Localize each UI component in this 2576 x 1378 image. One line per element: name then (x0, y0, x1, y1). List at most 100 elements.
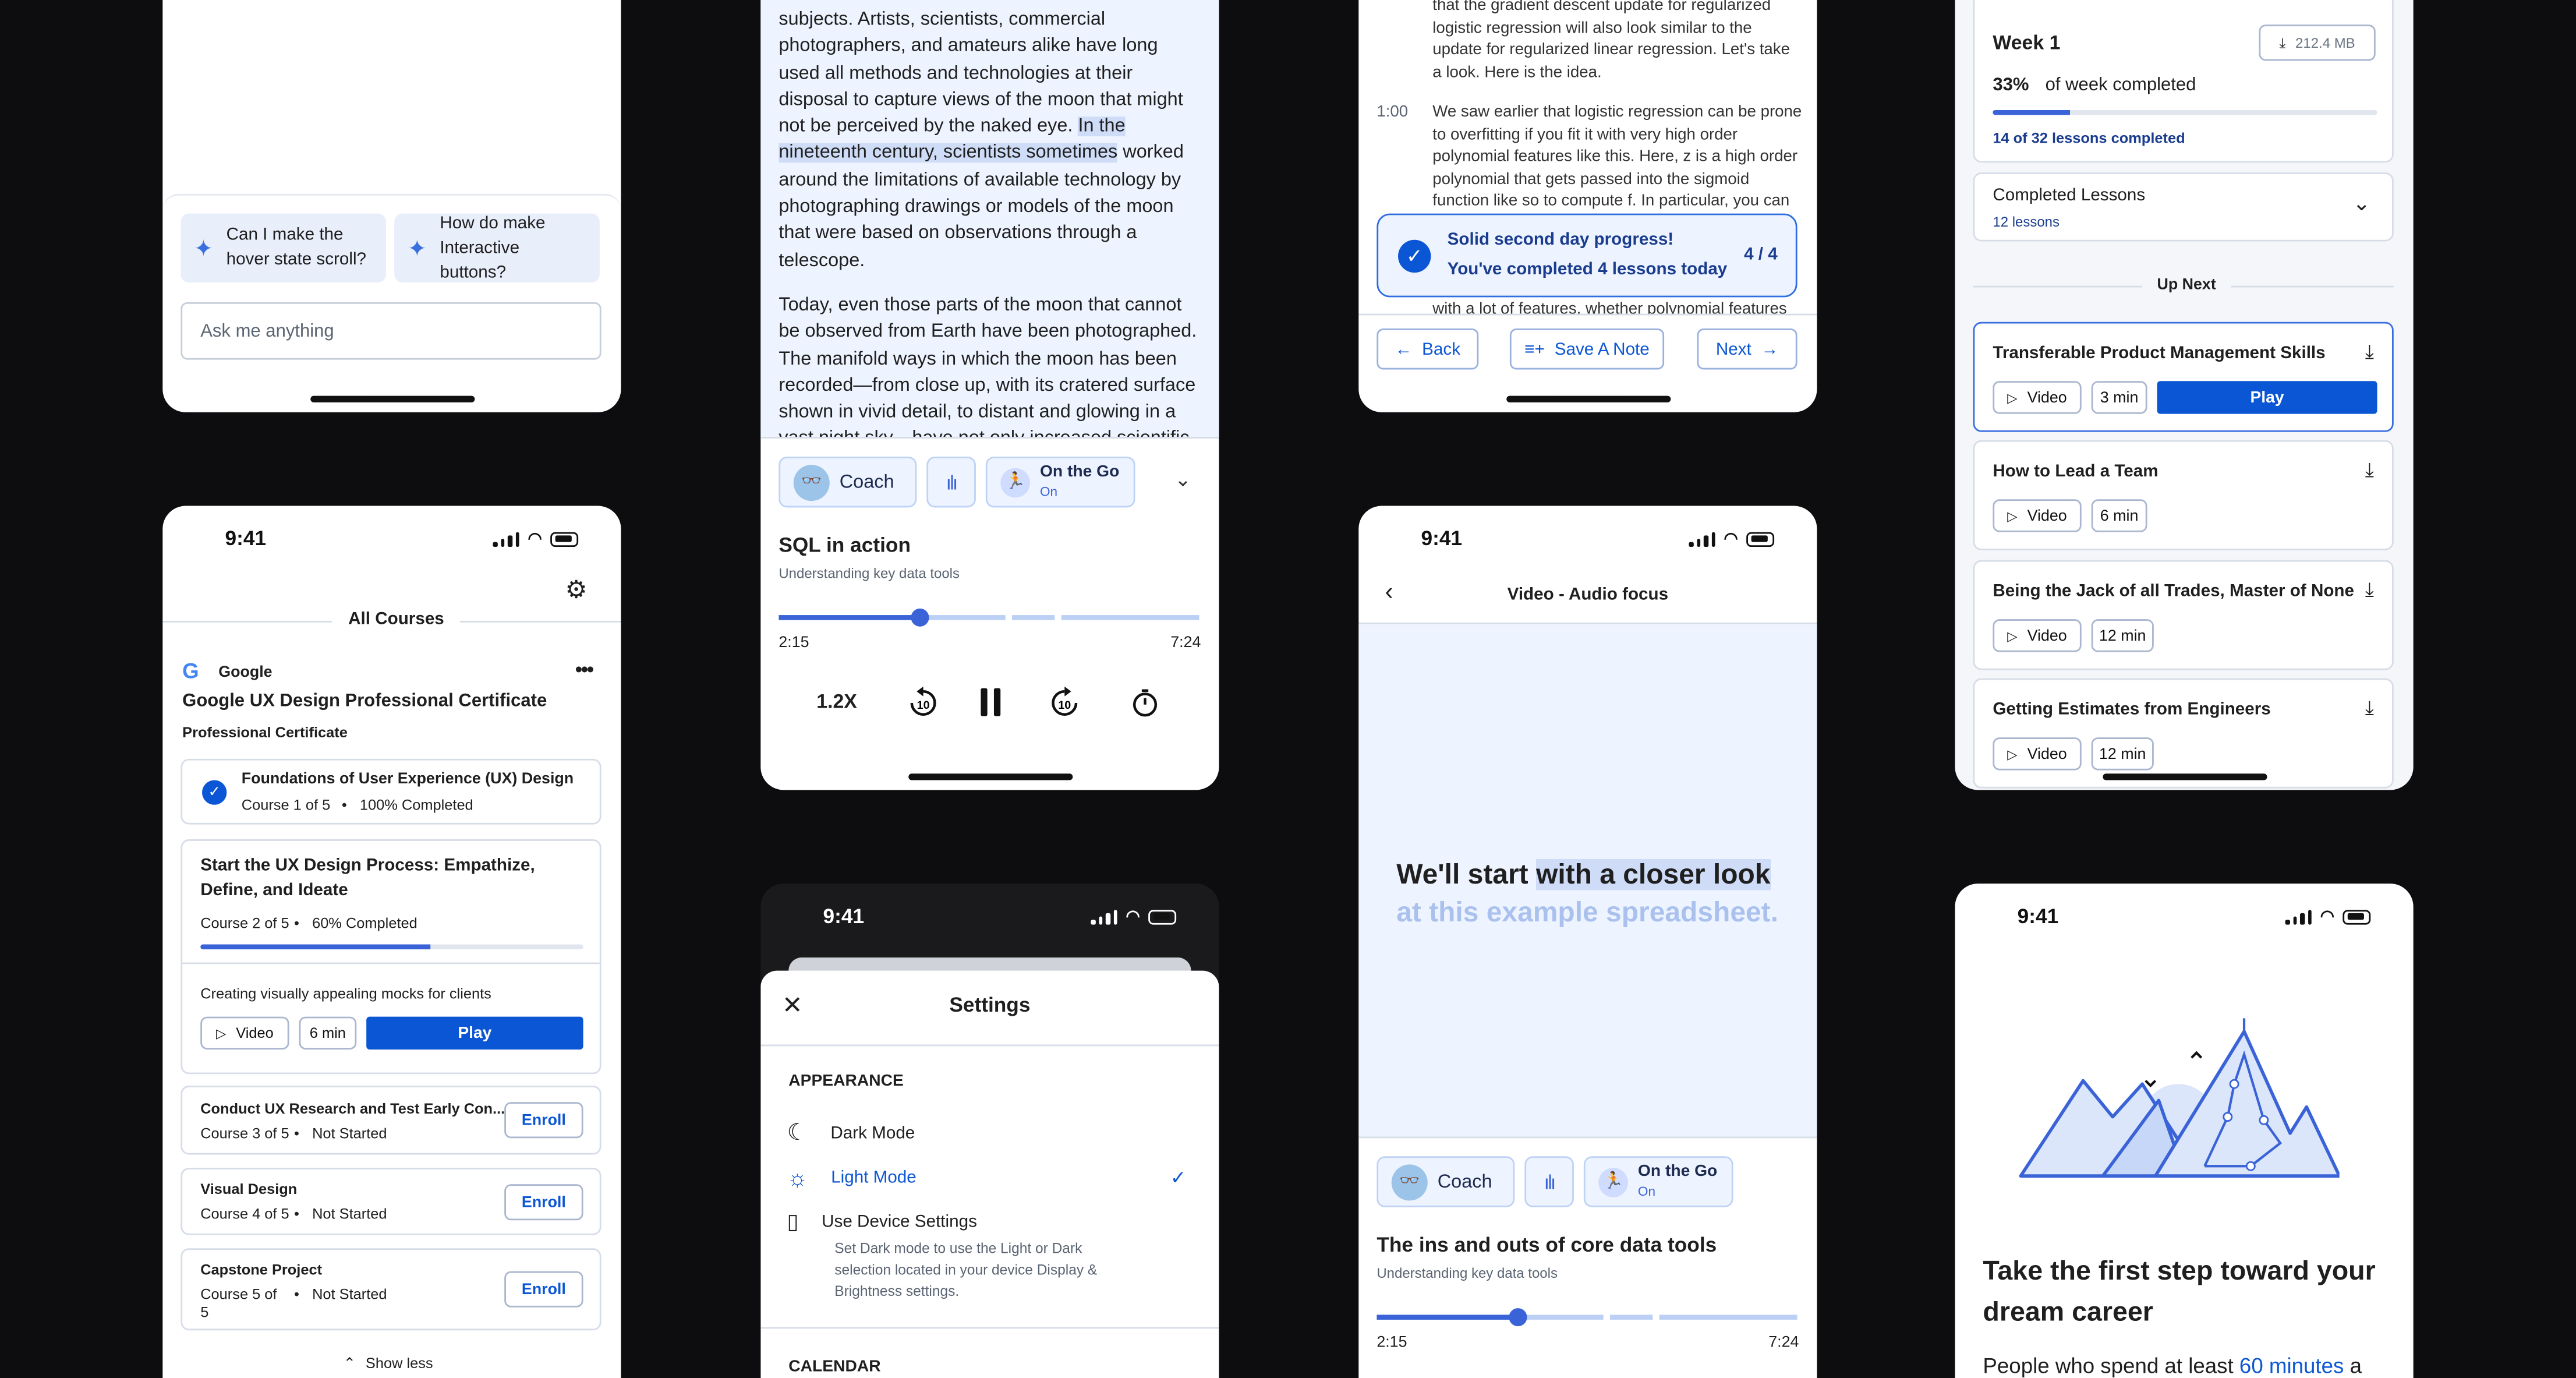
coach-button[interactable]: 👓 Coach (779, 456, 917, 508)
battery-icon (2343, 909, 2371, 924)
timer-icon[interactable] (1130, 688, 1160, 718)
signal-icon (1689, 531, 1716, 546)
enroll-button[interactable]: Enroll (504, 1184, 583, 1221)
download-week-button[interactable]: ⤓ 212.4 MB (2259, 24, 2376, 61)
battery-icon (550, 531, 579, 546)
home-indicator (2101, 773, 2267, 780)
lesson-card-active[interactable]: Transferable Product Management Skills ⤓… (1973, 321, 2394, 432)
forward-10-icon[interactable]: 10 (1048, 686, 1081, 719)
week-overview-card: Week 1 ⤓ 212.4 MB 33% of week completed 1… (1955, 0, 2414, 790)
type-tag: ▷ Video (1993, 381, 2082, 414)
more-options-icon[interactable]: ••• (575, 657, 594, 681)
running-icon: 🏃 (1000, 467, 1031, 497)
play-button[interactable]: Play (366, 1016, 583, 1050)
lesson-card[interactable]: Being the Jack of all Trades, Master of … (1973, 560, 2394, 670)
ask-input[interactable]: Ask me anything (181, 302, 601, 360)
audio-wave-button[interactable]: ılı (1524, 1156, 1574, 1207)
speed-button[interactable]: 1.2X (816, 690, 857, 712)
wifi-icon: ◠ (1126, 907, 1141, 926)
signal-icon (1091, 909, 1118, 924)
dark-mode-option[interactable]: ☾ Dark Mode (787, 1118, 1193, 1146)
duration-tag: 3 min (2091, 381, 2147, 414)
audio-focus-card: 9:41 ◠ ‹ Video - Audio focus We'll start… (1358, 506, 1817, 1378)
course-card[interactable]: Visual Design Course 4 of 5 • Not Starte… (181, 1168, 601, 1235)
highlighted-text: with a closer look (1536, 858, 1771, 891)
home-indicator (907, 773, 1072, 780)
ai-chat-card: ✦ Can I make the hover state scroll? ✦ H… (162, 0, 621, 412)
download-icon[interactable]: ⤓ (2365, 340, 2374, 365)
signal-icon (493, 531, 520, 546)
suggestion-chip[interactable]: ✦ How do make Interactive buttons? (394, 213, 600, 283)
download-icon: ⤓ (2279, 33, 2286, 51)
course-card-in-progress[interactable]: Start the UX Design Process: Empathize, … (181, 839, 601, 1075)
mountain-illustration (2019, 1018, 2340, 1178)
duration-tag: 12 min (2091, 619, 2154, 652)
back-button[interactable]: ← Back (1377, 328, 1479, 370)
week-summary: Week 1 ⤓ 212.4 MB 33% of week completed 1… (1973, 0, 2394, 163)
download-icon[interactable]: ⤓ (2365, 697, 2374, 721)
settings-card: 9:41 ◠ ✕ Settings APPEARANCE ☾ Dark Mode … (760, 884, 1219, 1378)
duration-tag: 6 min (2091, 499, 2147, 532)
transcript-focus-area: We'll start with a closer look at this e… (1358, 624, 1817, 1137)
course-card[interactable]: Conduct UX Research and Test Early Con..… (181, 1086, 601, 1155)
course-progress-bar (200, 944, 583, 949)
show-less-toggle[interactable]: ⌃ Show less (344, 1355, 433, 1373)
reader-audio-card: subjects. Artists, scientists, commercia… (760, 0, 1219, 790)
device-settings-option[interactable]: ▯ Use Device Settings (787, 1209, 1193, 1235)
audio-wave-button[interactable]: ılı (926, 456, 976, 508)
on-the-go-button[interactable]: 🏃 On the Go On (985, 456, 1135, 508)
duration-tag: 6 min (299, 1016, 357, 1050)
play-outline-icon: ▷ (2007, 628, 2018, 644)
audio-scrubber[interactable] (779, 605, 1199, 631)
type-tag: ▷ Video (1993, 619, 2082, 652)
type-tag: ▷ Video (1993, 499, 2082, 532)
save-note-button[interactable]: ≡+ Save A Note (1509, 328, 1665, 370)
type-tag: ▷ Video (1993, 737, 2082, 771)
coach-avatar-icon: 👓 (793, 464, 830, 500)
sun-icon: ☼ (787, 1164, 808, 1191)
running-icon: 🏃 (1598, 1167, 1629, 1197)
download-icon[interactable]: ⤓ (2365, 578, 2374, 603)
settings-sheet: ✕ Settings APPEARANCE ☾ Dark Mode ☼ Light … (760, 970, 1219, 1378)
light-mode-option[interactable]: ☼ Light Mode ✓ (787, 1164, 1193, 1190)
coach-button[interactable]: 👓 Coach (1377, 1156, 1515, 1207)
audio-scrubber[interactable] (1377, 1304, 1797, 1330)
checkmark-icon: ✓ (1170, 1169, 1187, 1189)
chevron-down-icon[interactable]: ⌄ (1174, 468, 1191, 491)
chevron-down-icon: ⌄ (2352, 190, 2371, 215)
battery-icon (1148, 909, 1177, 924)
gear-icon[interactable]: ⚙ (565, 575, 588, 605)
arrow-left-icon: ← (1395, 339, 1413, 359)
type-tag: ▷ Video (200, 1016, 289, 1050)
home-indicator (1505, 395, 1670, 402)
arrow-right-icon: → (1761, 339, 1779, 359)
enroll-button[interactable]: Enroll (504, 1102, 583, 1139)
signal-icon (2285, 909, 2312, 924)
wifi-icon: ◠ (1724, 529, 1739, 548)
course-card[interactable]: Capstone Project Course 5 of 5 • Not Sta… (181, 1248, 601, 1331)
coach-avatar-icon: 👓 (1391, 1163, 1428, 1200)
sparkle-icon: ✦ (407, 234, 427, 260)
lesson-card[interactable]: Getting Estimates from Engineers ⤓ ▷ Vide… (1973, 678, 2394, 789)
enroll-button[interactable]: Enroll (504, 1271, 583, 1308)
suggestion-chip[interactable]: ✦ Can I make the hover state scroll? (181, 213, 387, 283)
play-button[interactable]: Play (2157, 381, 2377, 414)
check-circle-icon: ✓ (202, 780, 227, 805)
moon-icon: ☾ (787, 1118, 808, 1145)
week-progress-bar (1993, 109, 2377, 115)
completed-lessons-toggle[interactable]: Completed Lessons 12 lessons ⌄ (1973, 172, 2394, 242)
on-the-go-button[interactable]: 🏃 On the Go On (1583, 1156, 1733, 1207)
status-bar: 9:41 ◠ (1955, 905, 2413, 928)
wifi-icon: ◠ (2320, 907, 2335, 926)
play-outline-icon: ▷ (2007, 746, 2018, 762)
next-button[interactable]: Next → (1697, 328, 1797, 370)
pause-button[interactable] (981, 688, 1001, 716)
lesson-card[interactable]: How to Lead a Team ⤓ ▷ Video 6 min (1973, 440, 2394, 550)
download-icon[interactable]: ⤓ (2365, 458, 2374, 483)
waveform-icon: ılı (1544, 1170, 1556, 1193)
play-outline-icon: ▷ (2007, 390, 2018, 405)
course-card-completed[interactable]: ✓ Foundations of User Experience (UX) De… (181, 758, 601, 825)
phone-icon: ▯ (787, 1209, 799, 1234)
svg-text:10: 10 (917, 699, 930, 712)
rewind-10-icon[interactable]: 10 (907, 686, 939, 719)
